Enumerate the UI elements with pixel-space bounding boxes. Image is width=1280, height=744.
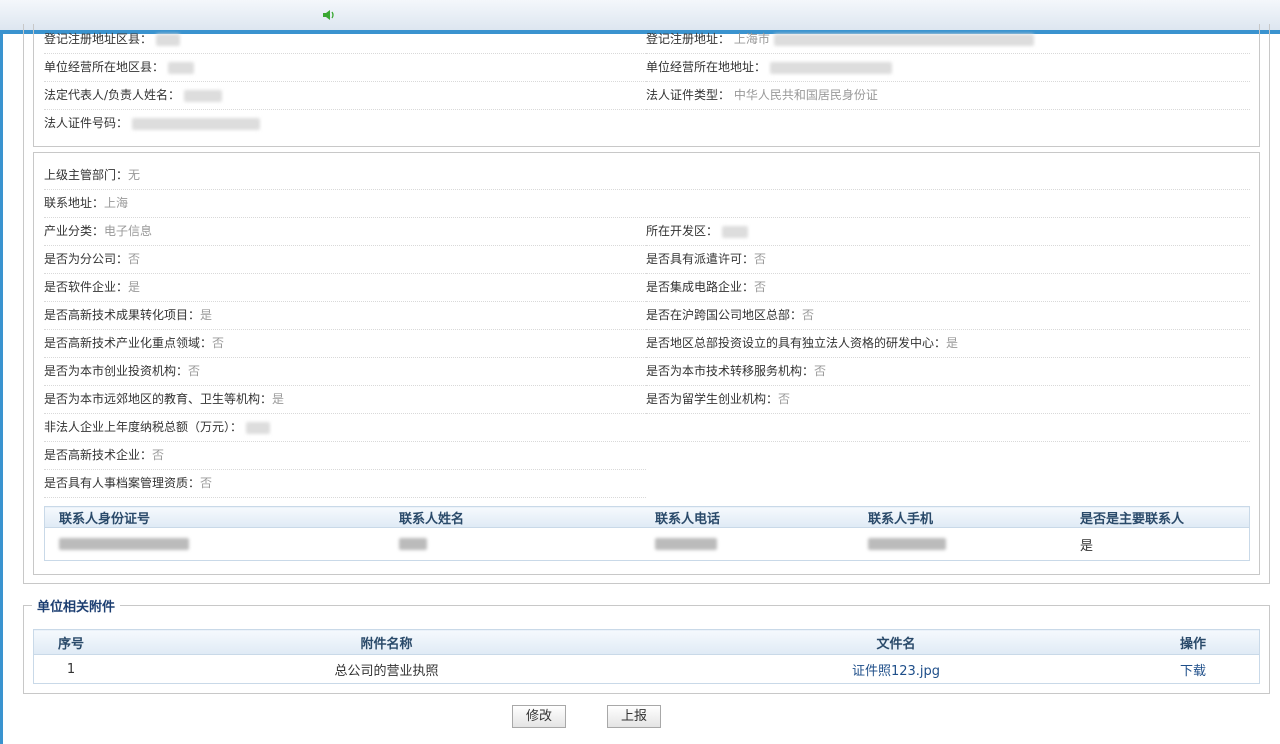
info-label: 是否地区总部投资设立的具有独立法人资格的研发中心：	[646, 336, 947, 350]
info-value: 否	[188, 364, 201, 378]
info-value: 上海	[104, 196, 129, 210]
redacted-value	[59, 538, 189, 550]
table-row: 1 总公司的营业执照 证件照123.jpg 下载	[34, 655, 1260, 684]
attachments-legend: 单位相关附件	[32, 596, 121, 615]
info-value: 是	[128, 280, 141, 294]
info-value: 是	[200, 308, 213, 322]
left-border	[0, 34, 3, 744]
column-header: 操作	[1127, 629, 1260, 655]
table-row: 是	[45, 528, 1250, 561]
info-value: 否	[778, 392, 791, 406]
info-row: 非法人企业上年度纳税总额（万元）：	[44, 413, 1250, 442]
info-value: 否	[754, 252, 767, 266]
file-name-link[interactable]: 证件照123.jpg	[852, 664, 940, 679]
info-row: 是否地区总部投资设立的具有独立法人资格的研发中心：是	[646, 329, 1250, 358]
info-value: 否	[802, 308, 815, 322]
info-row: 是否具有人事档案管理资质：否	[44, 469, 646, 498]
info-row: 产业分类：电子信息	[44, 217, 646, 246]
mobile-cell	[854, 528, 1066, 561]
modify-button[interactable]: 修改	[512, 705, 566, 728]
info-row: 所在开发区：	[646, 217, 1250, 246]
column-header: 联系人身份证号	[44, 506, 385, 528]
info-label: 是否高新技术产业化重点领域：	[44, 336, 213, 350]
info-value: 否	[814, 364, 827, 378]
info-row: 是否高新技术企业：否	[44, 441, 646, 470]
phone-cell	[641, 528, 854, 561]
info-row: 是否具有派遣许可：否	[646, 245, 1250, 274]
info-value: 否	[152, 448, 165, 462]
info-label: 是否软件企业：	[44, 280, 129, 294]
info-row: 是否为留学生创业机构：否	[646, 385, 1250, 414]
info-row: 是否为本市远郊地区的教育、卫生等机构：是	[44, 385, 646, 414]
redacted-value	[868, 538, 946, 550]
attachments-header-row: 序号 附件名称 文件名 操作	[33, 629, 1260, 655]
info-label: 是否集成电路企业：	[646, 280, 755, 294]
info-label: 是否高新技术成果转化项目：	[44, 308, 201, 322]
attachment-name: 总公司的营业执照	[334, 663, 439, 679]
info-label: 是否为留学生创业机构：	[646, 392, 779, 406]
info-label: 是否具有人事档案管理资质：	[44, 476, 201, 490]
download-link[interactable]: 下载	[1180, 664, 1206, 679]
info-label: 是否为本市技术转移服务机构：	[646, 364, 815, 378]
info-label: 是否为本市创业投资机构：	[44, 364, 189, 378]
info-value: 否	[754, 280, 767, 294]
column-header: 联系人电话	[641, 506, 854, 528]
info-row: 上级主管部门：无	[44, 161, 1250, 190]
info-row: 是否为本市创业投资机构：否	[44, 357, 646, 386]
info-label: 是否高新技术企业：	[44, 448, 153, 462]
info-row: 是否为本市技术转移服务机构：否	[646, 357, 1250, 386]
id-number-cell	[45, 528, 386, 561]
info-value: 否	[212, 336, 225, 350]
column-header: 是否是主要联系人	[1066, 506, 1250, 528]
info-row: 是否在沪跨国公司地区总部：否	[646, 301, 1250, 330]
info-label: 上级主管部门：	[44, 168, 129, 182]
info-value: 无	[128, 168, 141, 182]
info-label: 是否为分公司：	[44, 252, 129, 266]
info-row: 是否软件企业：是	[44, 273, 646, 302]
info-label: 是否具有派遣许可：	[646, 252, 755, 266]
report-button[interactable]: 上报	[607, 705, 661, 728]
info-label: 是否在沪跨国公司地区总部：	[646, 308, 803, 322]
column-header: 序号	[33, 629, 108, 655]
info-value: 否	[200, 476, 213, 490]
attachments-table: 序号 附件名称 文件名 操作 1 总公司的营业执照 证件照123.jpg 下载	[33, 629, 1260, 684]
info-label: 是否为本市远郊地区的教育、卫生等机构：	[44, 392, 273, 406]
info-label: 所在开发区：	[646, 224, 719, 238]
info-row: 是否高新技术产业化重点领域：否	[44, 329, 646, 358]
redacted-value	[399, 538, 427, 550]
info-label: 非法人企业上年度纳税总额（万元）：	[44, 420, 243, 434]
info-row: 是否高新技术成果转化项目：是	[44, 301, 646, 330]
info-value: 电子信息	[104, 224, 153, 238]
redacted-value	[655, 538, 717, 550]
contacts-table: 联系人身份证号 联系人姓名 联系人电话 联系人手机 是否是主要联系人 是	[44, 506, 1250, 561]
column-header: 联系人手机	[854, 506, 1066, 528]
info-value: 是	[946, 336, 959, 350]
name-cell	[385, 528, 641, 561]
info-row: 是否集成电路企业：否	[646, 273, 1250, 302]
info-row: 联系地址：上海	[44, 189, 1250, 218]
row-number: 1	[66, 661, 76, 677]
speaker-icon[interactable]	[322, 8, 336, 22]
primary-contact-cell: 是	[1080, 538, 1094, 554]
redacted-value	[721, 225, 748, 238]
redacted-value	[245, 421, 270, 434]
info-row: 是否为分公司：否	[44, 245, 646, 274]
column-header: 文件名	[665, 629, 1127, 655]
info-value: 否	[128, 252, 141, 266]
column-header: 附件名称	[108, 629, 665, 655]
info-value: 是	[272, 392, 285, 406]
column-header: 联系人姓名	[385, 506, 641, 528]
contacts-header-row: 联系人身份证号 联系人姓名 联系人电话 联系人手机 是否是主要联系人	[44, 506, 1250, 528]
info-label: 联系地址：	[44, 196, 105, 210]
info-label: 产业分类：	[44, 224, 105, 238]
